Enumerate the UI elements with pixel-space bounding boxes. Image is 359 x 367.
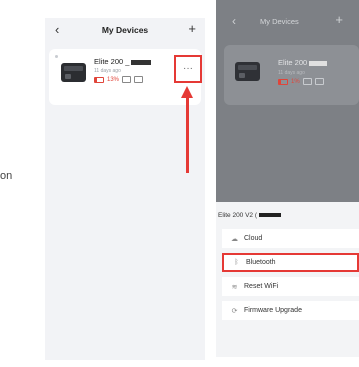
back-arrow-icon: ‹ — [232, 14, 236, 28]
option-label: Bluetooth — [246, 259, 276, 266]
power-station-image — [61, 63, 86, 82]
option-bluetooth[interactable]: ᛒ Bluetooth — [222, 253, 359, 272]
option-label: Cloud — [244, 235, 263, 242]
add-device-icon: + — [335, 12, 343, 27]
nav-bar: ‹ My Devices + — [45, 18, 205, 44]
power-station-image — [235, 62, 260, 81]
input-icon — [314, 78, 324, 85]
cropped-side-text: on — [0, 170, 13, 182]
option-firmware-upgrade[interactable]: ⟳ Firmware Upgrade — [222, 301, 359, 320]
battery-percent: 13% — [107, 76, 120, 83]
input-icon — [134, 76, 144, 83]
upgrade-icon: ⟳ — [231, 307, 238, 315]
battery-percent: 1% — [291, 78, 300, 85]
device-name: Elite 200 — [278, 58, 328, 67]
device-status-row: 13% — [94, 76, 144, 83]
redacted-serial — [131, 59, 152, 65]
page-title: My Devices — [260, 17, 299, 26]
wifi-icon: ≋ — [231, 283, 238, 291]
device-card-dimmed: Elite 200 11 days ago 1% — [224, 45, 359, 105]
bluetooth-icon: ᛒ — [234, 259, 239, 266]
last-seen-time: 11 days ago — [94, 68, 121, 74]
status-dot — [55, 55, 58, 58]
output-icon — [302, 78, 312, 85]
nav-bar-dimmed: ‹ My Devices + — [216, 0, 359, 28]
red-arrow-shaft — [186, 95, 189, 173]
device-name: Elite 200 _ — [94, 57, 152, 66]
option-label: Firmware Upgrade — [244, 307, 302, 314]
more-icon: ··· — [183, 63, 193, 74]
left-phone-screen: ‹ My Devices + Elite 200 _ 11 days ago 1… — [45, 18, 205, 360]
option-cloud[interactable]: ☁ Cloud — [222, 229, 359, 248]
redacted-serial — [259, 213, 282, 218]
right-phone-screen: ‹ My Devices + Elite 200 11 days ago 1% … — [216, 0, 359, 357]
page-title: My Devices — [101, 25, 149, 35]
cloud-icon: ☁ — [231, 235, 238, 243]
battery-icon — [278, 78, 288, 85]
last-seen-time: 11 days ago — [278, 70, 305, 76]
output-icon — [122, 76, 132, 83]
more-options-button[interactable]: ··· — [174, 55, 202, 83]
device-status-row: 1% — [278, 78, 324, 85]
add-device-icon[interactable]: + — [188, 21, 196, 36]
option-label: Reset WiFi — [244, 283, 279, 290]
options-sheet: Elite 200 V2 ( ☁ Cloud ᛒ Bluetooth ≋ Res… — [216, 202, 359, 357]
battery-icon — [94, 76, 104, 83]
sheet-title: Elite 200 V2 ( — [218, 212, 282, 219]
option-reset-wifi[interactable]: ≋ Reset WiFi — [222, 277, 359, 296]
redacted-serial — [309, 60, 328, 66]
